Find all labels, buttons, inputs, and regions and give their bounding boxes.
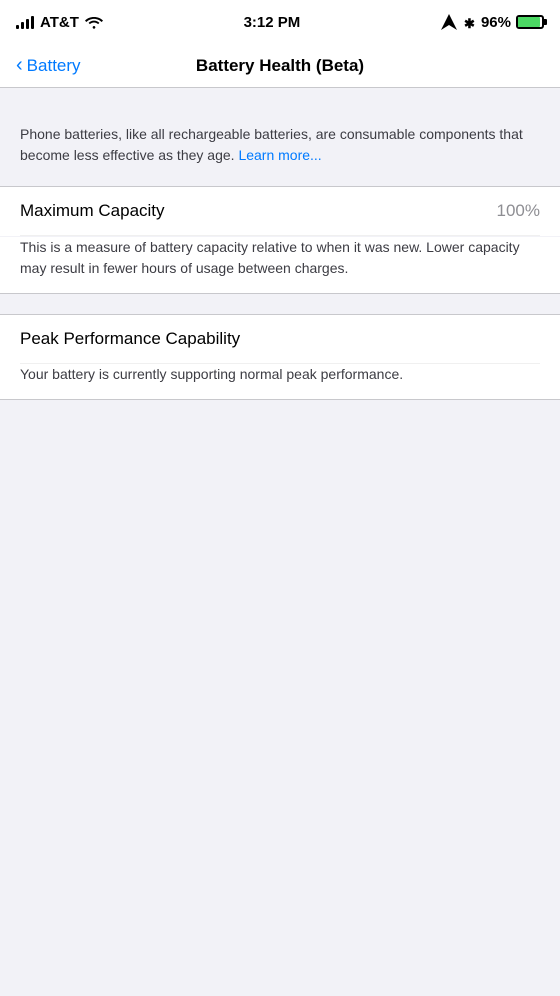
maximum-capacity-description: This is a measure of battery capacity re… — [0, 236, 560, 293]
status-right: ✱ 96% — [441, 14, 544, 31]
back-label: Battery — [27, 56, 81, 76]
nav-bar: ‹ Battery Battery Health (Beta) — [0, 44, 560, 88]
status-left: AT&T — [16, 14, 103, 31]
peak-performance-section: Peak Performance Capability Your battery… — [0, 314, 560, 400]
svg-text:✱: ✱ — [464, 16, 475, 29]
wifi-icon — [85, 15, 103, 29]
signal-bars-icon — [16, 15, 34, 29]
info-description: Phone batteries, like all rechargeable b… — [20, 124, 540, 166]
background-fill — [0, 400, 560, 780]
info-section: Phone batteries, like all rechargeable b… — [0, 108, 560, 186]
learn-more-link[interactable]: Learn more... — [238, 147, 321, 163]
bluetooth-icon: ✱ — [462, 15, 476, 29]
peak-performance-label: Peak Performance Capability — [20, 329, 240, 348]
battery-status-icon — [516, 15, 544, 29]
maximum-capacity-row: Maximum Capacity 100% — [0, 187, 560, 235]
peak-performance-title-row: Peak Performance Capability — [0, 315, 560, 363]
page-title: Battery Health (Beta) — [196, 56, 364, 76]
status-bar: AT&T 3:12 PM ✱ 96% — [0, 0, 560, 44]
battery-fill — [518, 17, 540, 27]
battery-percent-label: 96% — [481, 14, 511, 31]
peak-performance-description: Your battery is currently supporting nor… — [0, 364, 560, 399]
back-button[interactable]: ‹ Battery — [16, 56, 81, 76]
status-time: 3:12 PM — [244, 14, 301, 31]
location-icon — [441, 14, 457, 30]
carrier-label: AT&T — [40, 14, 79, 31]
maximum-capacity-value: 100% — [497, 201, 540, 221]
maximum-capacity-section: Maximum Capacity 100% This is a measure … — [0, 186, 560, 294]
section-gap-1 — [0, 294, 560, 314]
content-area: Phone batteries, like all rechargeable b… — [0, 88, 560, 400]
maximum-capacity-label: Maximum Capacity — [20, 201, 165, 221]
chevron-left-icon: ‹ — [16, 55, 23, 75]
